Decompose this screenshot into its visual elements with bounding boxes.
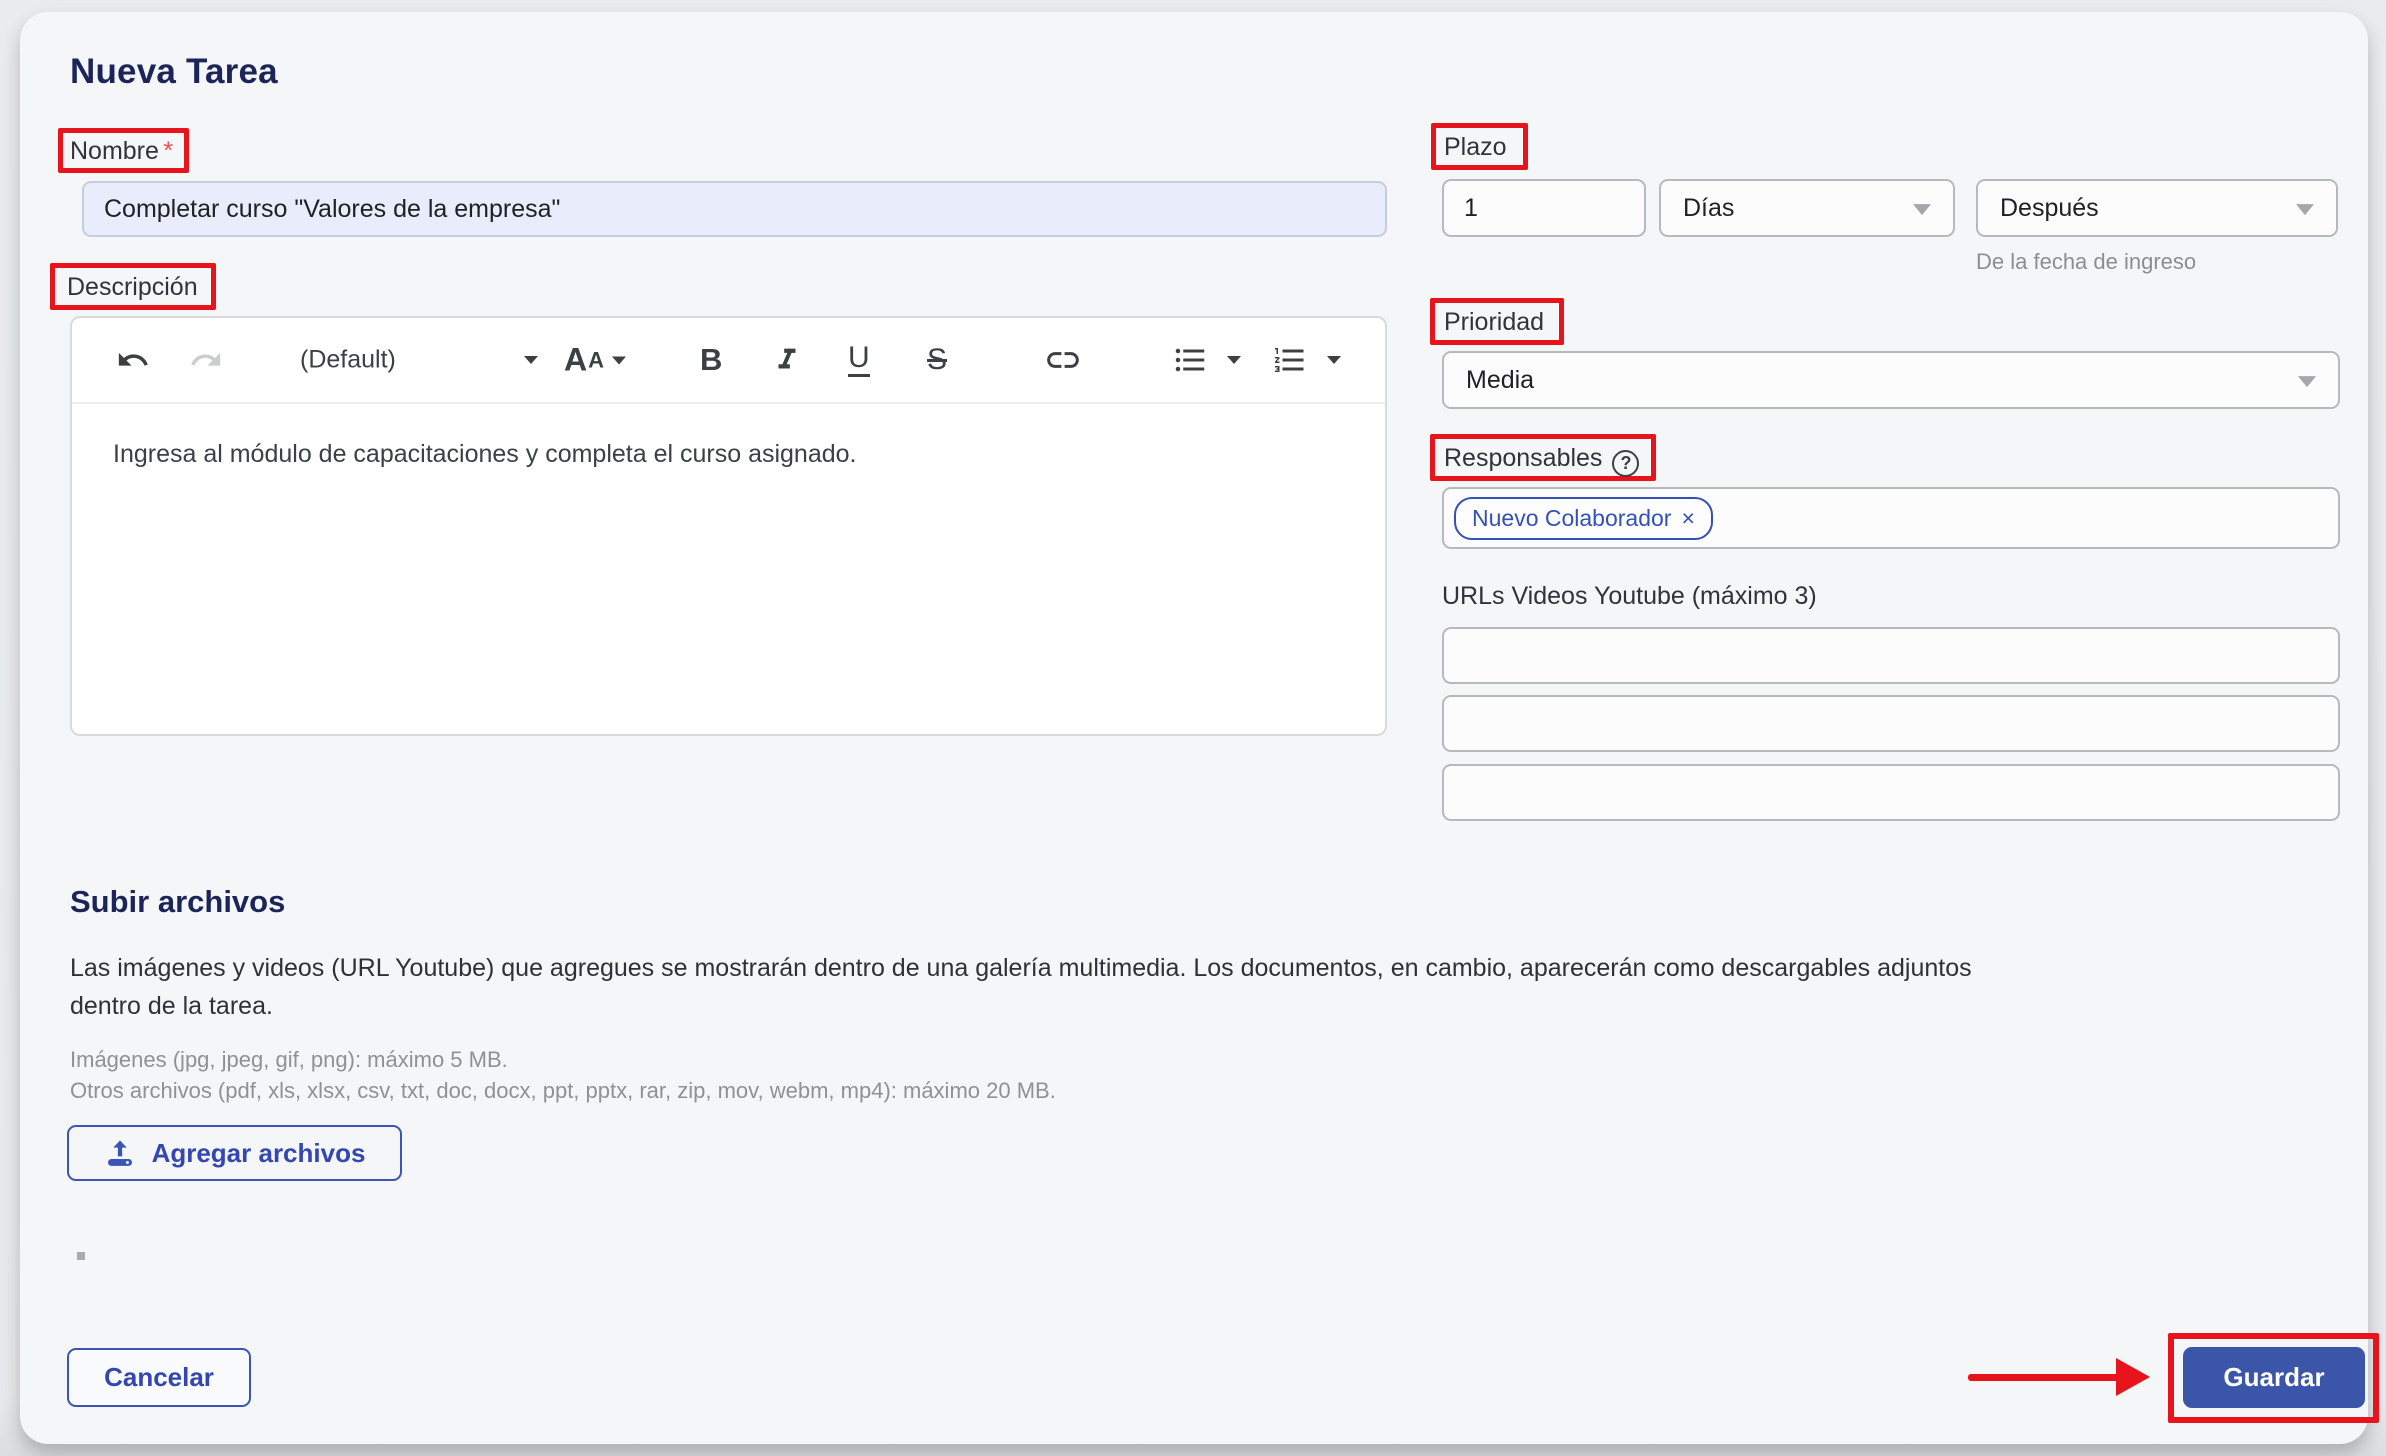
name-label-row: Nombre *: [70, 137, 173, 166]
task-name-input[interactable]: [82, 181, 1387, 237]
assignees-label-row: Responsables?: [1444, 444, 1639, 474]
add-files-button[interactable]: Agregar archivos: [67, 1125, 402, 1181]
page: Nueva Tarea Nombre * Descripción (Defaul…: [0, 0, 2386, 1456]
link-icon[interactable]: [1044, 341, 1082, 379]
priority-value: Media: [1466, 366, 1534, 395]
name-label: Nombre: [70, 137, 159, 165]
help-icon[interactable]: ?: [1612, 450, 1639, 477]
underline-icon[interactable]: U: [848, 343, 870, 377]
numbered-list-caret-icon[interactable]: [1327, 356, 1341, 364]
save-button[interactable]: Guardar: [2183, 1347, 2365, 1408]
description-content[interactable]: Ingresa al módulo de capacitaciones y co…: [113, 440, 1355, 469]
add-files-label: Agregar archivos: [152, 1138, 366, 1169]
font-size-caret-icon: [612, 356, 626, 364]
chevron-down-icon: [2298, 376, 2316, 387]
toolbar-divider: [72, 402, 1385, 404]
youtube-url-input-1[interactable]: [1442, 627, 2340, 684]
priority-select[interactable]: Media: [1442, 351, 2340, 409]
bullet-list-caret-icon[interactable]: [1227, 356, 1241, 364]
redo-icon: [189, 343, 223, 377]
page-title: Nueva Tarea: [70, 52, 278, 92]
save-label: Guardar: [2223, 1362, 2324, 1393]
required-asterisk: *: [163, 137, 173, 165]
youtube-url-input-2[interactable]: [1442, 695, 2340, 752]
deadline-unit-select[interactable]: Días: [1659, 179, 1955, 237]
undo-icon[interactable]: [116, 343, 150, 377]
deadline-unit-value: Días: [1683, 194, 1734, 223]
youtube-label: URLs Videos Youtube (máximo 3): [1442, 582, 1817, 611]
chevron-down-icon: [2296, 204, 2314, 215]
font-style-select[interactable]: (Default): [300, 346, 396, 375]
deadline-direction-select[interactable]: Después: [1976, 179, 2338, 237]
upload-images-hint: Imágenes (jpg, jpeg, gif, png): máximo 5…: [70, 1047, 508, 1073]
bold-icon[interactable]: B: [700, 342, 722, 378]
youtube-url-input-3[interactable]: [1442, 764, 2340, 821]
numbered-list-icon[interactable]: [1272, 342, 1308, 378]
description-editor[interactable]: (Default) AA B U S: [70, 316, 1387, 736]
assignees-label: Responsables: [1444, 444, 1602, 472]
cancel-label: Cancelar: [104, 1362, 214, 1393]
font-size-select[interactable]: AA: [564, 342, 626, 379]
upload-icon: [104, 1137, 136, 1169]
assignee-tag-label: Nuevo Colaborador: [1472, 505, 1671, 532]
deadline-hint: De la fecha de ingreso: [1976, 249, 2196, 275]
upload-description: Las imágenes y videos (URL Youtube) que …: [70, 949, 1975, 1025]
annotation-arrow-line: [1968, 1374, 2120, 1381]
remove-tag-icon[interactable]: ×: [1681, 507, 1694, 530]
deadline-amount-input[interactable]: [1442, 179, 1646, 237]
bullet-list-icon[interactable]: [1172, 342, 1208, 378]
annotation-arrow-head: [2116, 1358, 2150, 1396]
deadline-label: Plazo: [1444, 133, 1507, 162]
assignees-input[interactable]: Nuevo Colaborador ×: [1442, 487, 2340, 549]
italic-icon[interactable]: [770, 343, 804, 377]
strikethrough-icon[interactable]: S: [927, 343, 947, 377]
upload-files-hint: Otros archivos (pdf, xls, xlsx, csv, txt…: [70, 1078, 1056, 1104]
priority-label: Prioridad: [1444, 308, 1544, 337]
chevron-down-icon: [1913, 204, 1931, 215]
editor-toolbar: (Default) AA B U S: [72, 318, 1385, 402]
assignee-tag: Nuevo Colaborador ×: [1454, 497, 1713, 540]
cancel-button[interactable]: Cancelar: [67, 1348, 251, 1407]
stray-dot: [77, 1252, 85, 1260]
upload-section-title: Subir archivos: [70, 884, 285, 920]
new-task-card: Nueva Tarea Nombre * Descripción (Defaul…: [20, 12, 2368, 1444]
deadline-direction-value: Después: [2000, 194, 2099, 223]
description-label: Descripción: [67, 273, 198, 302]
font-style-caret-icon[interactable]: [524, 356, 538, 364]
